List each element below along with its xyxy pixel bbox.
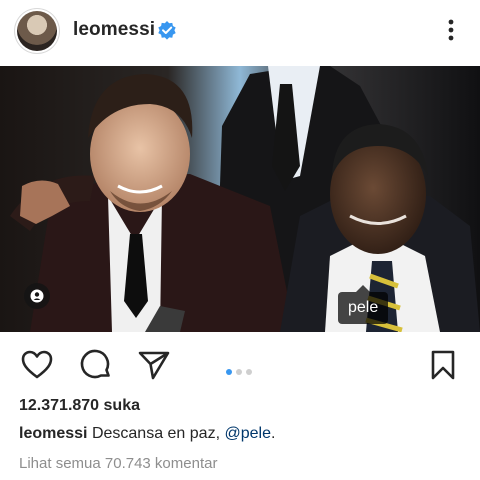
post-header: leomessi — [0, 0, 480, 62]
caption-text: Descansa en paz, — [91, 425, 221, 442]
action-bar — [0, 340, 480, 390]
heart-icon[interactable] — [20, 348, 54, 382]
carousel-dot — [236, 369, 242, 375]
caption-username[interactable]: leomessi — [19, 425, 87, 442]
like-count[interactable]: 12.371.870 suka — [19, 397, 140, 415]
comment-icon[interactable] — [79, 348, 113, 382]
post-photo[interactable]: pele — [0, 66, 480, 332]
bookmark-icon[interactable] — [426, 348, 460, 382]
person-tag-icon[interactable] — [24, 283, 50, 309]
more-vertical-icon[interactable] — [440, 16, 462, 46]
verified-badge-icon — [158, 21, 176, 40]
carousel-dot — [246, 369, 252, 375]
view-all-comments-link[interactable]: Lihat semua 70.743 komentar — [19, 455, 217, 472]
photo-tag[interactable]: pele — [338, 285, 389, 324]
post-username[interactable]: leomessi — [73, 19, 155, 41]
send-icon[interactable] — [137, 348, 171, 382]
caption-mention[interactable]: @pele — [224, 425, 271, 442]
carousel-indicator — [224, 362, 254, 375]
caption-end: . — [270, 425, 276, 442]
post-image — [0, 66, 480, 332]
avatar[interactable] — [17, 11, 57, 51]
post-caption: leomessi Descansa en paz, @pele. — [19, 425, 275, 443]
carousel-dot-active — [226, 369, 232, 375]
